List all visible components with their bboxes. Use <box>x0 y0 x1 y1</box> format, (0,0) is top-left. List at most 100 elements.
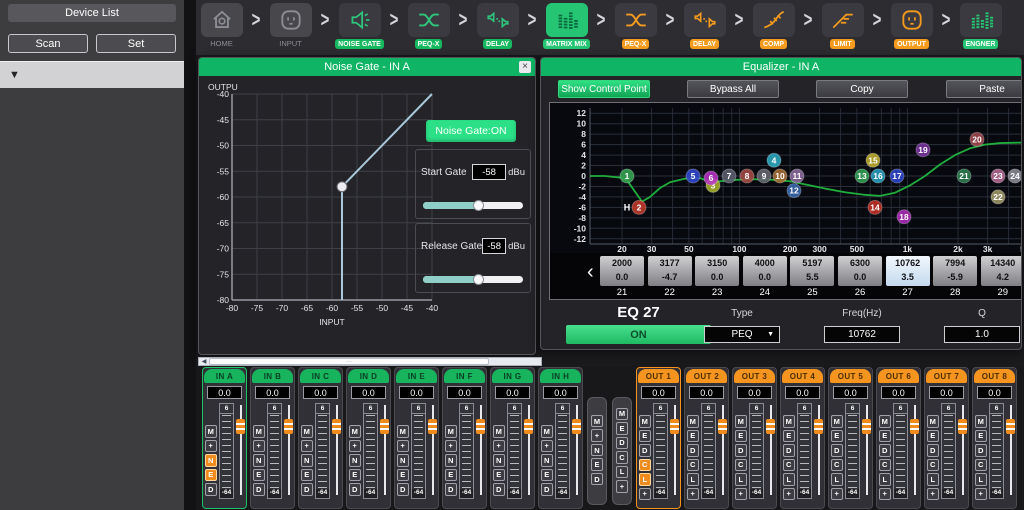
channel-value[interactable]: 0.0 <box>689 386 724 399</box>
channel-strip-in-e[interactable]: IN E0.0M+NED6-64 <box>394 367 439 509</box>
channel-value[interactable]: 0.0 <box>207 386 242 399</box>
strip-button-N[interactable]: N <box>493 454 506 467</box>
strip-button-E[interactable]: E <box>639 430 652 443</box>
strip-button-+[interactable]: + <box>205 440 218 453</box>
strip-button-E[interactable]: E <box>783 430 796 443</box>
eq-point-17[interactable]: 17 <box>890 169 904 183</box>
eq-point-20[interactable]: 20 <box>970 132 984 146</box>
channel-value[interactable]: 0.0 <box>543 386 578 399</box>
channel-value[interactable]: 0.0 <box>641 386 676 399</box>
strip-button-D[interactable]: D <box>349 483 362 496</box>
channel-strip-in-b[interactable]: IN B0.0M+NED6-64 <box>250 367 295 509</box>
channel-strip-in-c[interactable]: IN C0.0M+NED6-64 <box>298 367 343 509</box>
strip-button-+[interactable]: + <box>975 488 988 501</box>
strip-button-L[interactable]: L <box>927 473 940 486</box>
paste-button[interactable]: Paste <box>946 80 1022 98</box>
strip-button-C[interactable]: C <box>735 459 748 472</box>
strip-button-M[interactable]: M <box>349 425 362 438</box>
channel-strip-out-3[interactable]: OUT 30.0MEDCL+6-64 <box>732 367 777 509</box>
start-gate-slider-knob[interactable] <box>473 200 484 211</box>
strip-button-M[interactable]: M <box>445 425 458 438</box>
channel-strip-out-1[interactable]: OUT 10.0MEDCL+6-64 <box>636 367 681 509</box>
strip-button-E[interactable]: E <box>616 422 629 435</box>
eq-band-cell-26[interactable]: 63000.0 <box>838 256 882 286</box>
strip-button-M[interactable]: M <box>879 415 892 428</box>
eq-point-19[interactable]: 19 <box>916 143 930 157</box>
strip-button-+[interactable]: + <box>639 488 652 501</box>
channel-strip-in-f[interactable]: IN F0.0M+NED6-64 <box>442 367 487 509</box>
eq-point-10[interactable]: 10 <box>773 169 787 183</box>
strip-button-+[interactable]: + <box>687 488 700 501</box>
eq-point-13[interactable]: 13 <box>855 169 869 183</box>
fader-handle[interactable] <box>236 419 245 434</box>
start-gate-slider[interactable] <box>423 202 523 209</box>
eq-on-button[interactable]: ON <box>566 325 711 344</box>
channel-value[interactable]: 0.0 <box>833 386 868 399</box>
release-gate-value[interactable]: -58 <box>482 238 506 254</box>
strip-button-+[interactable]: + <box>591 429 604 442</box>
strip-button-N[interactable]: N <box>445 454 458 467</box>
strip-button-E[interactable]: E <box>831 430 844 443</box>
fader-handle[interactable] <box>958 419 967 434</box>
fader-handle[interactable] <box>862 419 871 434</box>
eq-point-16[interactable]: 16 <box>871 169 885 183</box>
eq-band-cell-29[interactable]: 143404.2 <box>981 256 1022 286</box>
strip-button-D[interactable]: D <box>493 483 506 496</box>
strip-button-E[interactable]: E <box>493 469 506 482</box>
noise-gate-power-button[interactable]: Noise Gate:ON <box>426 120 516 142</box>
eq-point-7[interactable]: 7 <box>722 169 736 183</box>
strip-button-D[interactable]: D <box>591 473 604 486</box>
strip-button-D[interactable]: D <box>783 444 796 457</box>
strip-button-D[interactable]: D <box>975 444 988 457</box>
fader-handle[interactable] <box>332 419 341 434</box>
table-prev-icon[interactable]: ‹ <box>587 259 594 285</box>
channel-strip-out-6[interactable]: OUT 60.0MEDCL+6-64 <box>876 367 921 509</box>
eq-point-15[interactable]: 15 <box>866 153 880 167</box>
fader-track[interactable] <box>958 405 967 495</box>
eq-point-23[interactable]: 23 <box>991 169 1005 183</box>
strip-button-L[interactable]: L <box>975 473 988 486</box>
channel-value[interactable]: 0.0 <box>351 386 386 399</box>
strip-button-M[interactable]: M <box>591 415 604 428</box>
channel-strip-in-d[interactable]: IN D0.0M+NED6-64 <box>346 367 391 509</box>
strip-button-D[interactable]: D <box>927 444 940 457</box>
toolbar-item-input[interactable]: INPUT <box>267 3 314 48</box>
fader-track[interactable] <box>236 405 245 495</box>
fader-handle[interactable] <box>670 419 679 434</box>
fader-track[interactable] <box>910 405 919 495</box>
eq-point-21[interactable]: 21 <box>957 169 971 183</box>
eq-point-8[interactable]: 8 <box>740 169 754 183</box>
strip-button-C[interactable]: C <box>975 459 988 472</box>
channel-value[interactable]: 0.0 <box>255 386 290 399</box>
strip-button-N[interactable]: N <box>541 454 554 467</box>
strip-button-M[interactable]: M <box>735 415 748 428</box>
scan-button[interactable]: Scan <box>8 34 88 53</box>
toolbar-item-output[interactable]: OUTPUT <box>888 3 935 49</box>
strip-button-L[interactable]: L <box>687 473 700 486</box>
eq-point-11[interactable]: 11 <box>790 169 804 183</box>
strip-button-E[interactable]: E <box>879 430 892 443</box>
strip-button-D[interactable]: D <box>301 483 314 496</box>
fader-track[interactable] <box>766 405 775 495</box>
eq-point-2[interactable]: 2 <box>632 200 646 214</box>
strip-button-+[interactable]: + <box>397 440 410 453</box>
bypass-all-button[interactable]: Bypass All <box>687 80 779 98</box>
strip-button-D[interactable]: D <box>397 483 410 496</box>
fader-track[interactable] <box>428 405 437 495</box>
eq-point-12[interactable]: 12 <box>787 184 801 198</box>
strip-button-C[interactable]: C <box>639 459 652 472</box>
strip-button-D[interactable]: D <box>687 444 700 457</box>
close-icon[interactable]: × <box>519 61 531 73</box>
strip-button-E[interactable]: E <box>445 469 458 482</box>
h-scroll-thumb[interactable]: … <box>209 358 489 365</box>
strip-button-L[interactable]: L <box>879 473 892 486</box>
toolbar-item-peq-x[interactable]: PEQ-X <box>405 3 452 49</box>
fader-handle[interactable] <box>766 419 775 434</box>
strip-button-M[interactable]: M <box>831 415 844 428</box>
channel-strip-out-7[interactable]: OUT 70.0MEDCL+6-64 <box>924 367 969 509</box>
strip-button-L[interactable]: L <box>831 473 844 486</box>
strip-button-E[interactable]: E <box>301 469 314 482</box>
eq-band-cell-28[interactable]: 7994-5.9 <box>933 256 977 286</box>
strip-button-E[interactable]: E <box>541 469 554 482</box>
strip-button-M[interactable]: M <box>301 425 314 438</box>
